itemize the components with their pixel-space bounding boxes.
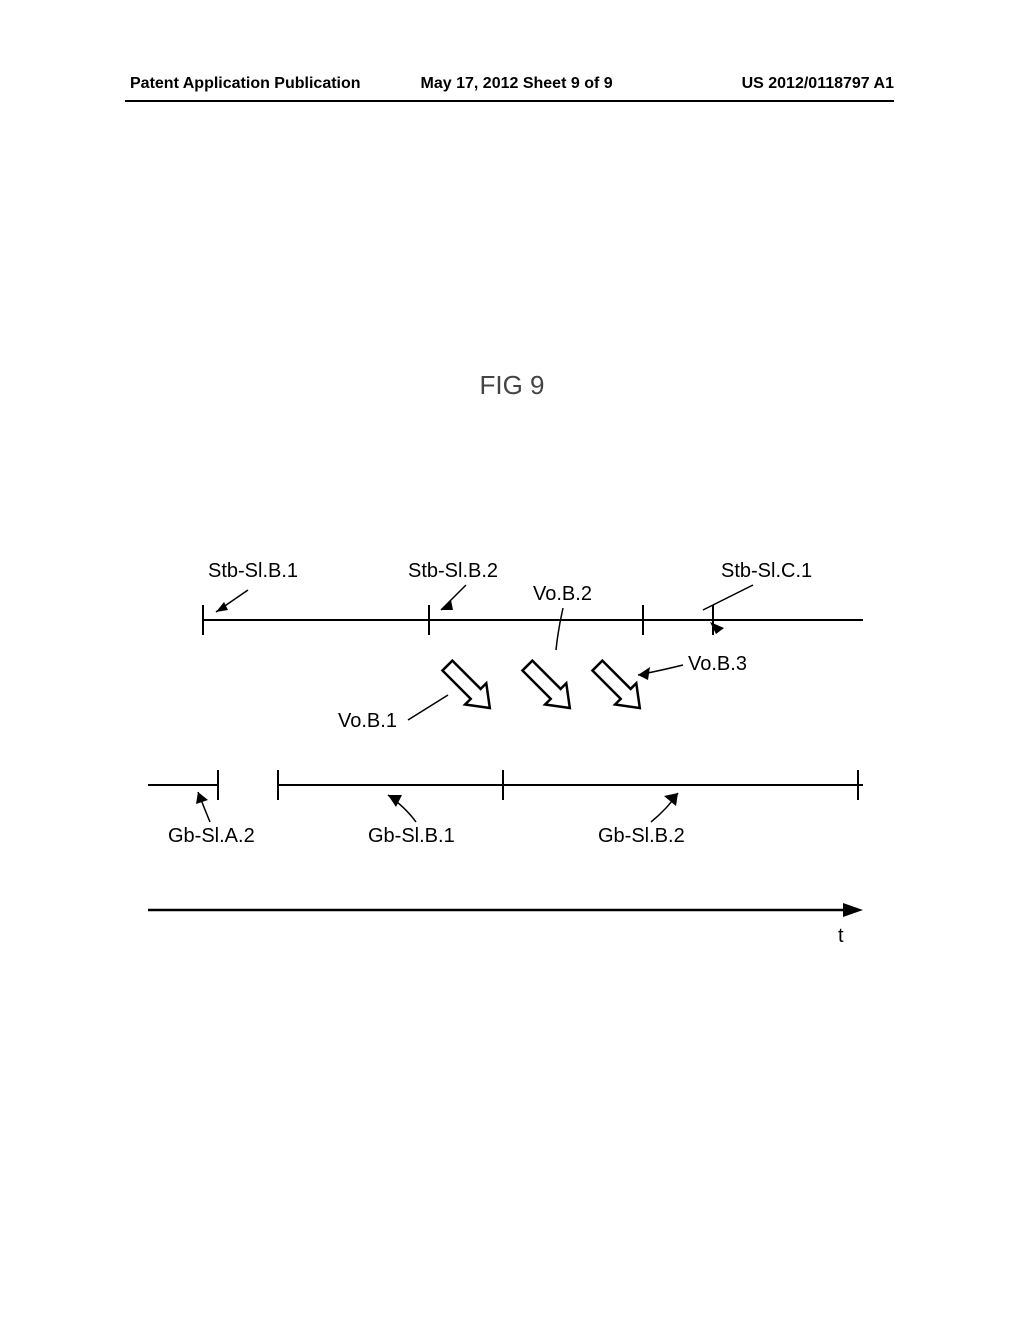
header-divider xyxy=(125,100,894,102)
diagram-svg xyxy=(148,560,888,990)
block-arrow-3 xyxy=(587,655,651,719)
block-arrow-2 xyxy=(517,655,581,719)
figure-title: FIG 9 xyxy=(479,370,544,401)
header-publication-number: US 2012/0118797 A1 xyxy=(742,75,894,93)
header-date-sheet: May 17, 2012 Sheet 9 of 9 xyxy=(361,75,742,93)
block-arrow-1 xyxy=(437,655,501,719)
header-publication-type: Patent Application Publication xyxy=(130,75,361,93)
diagram-fig9: Stb-Sl.B.1 Stb-Sl.B.2 Stb-Sl.C.1 Vo.B.2 … xyxy=(148,560,888,990)
